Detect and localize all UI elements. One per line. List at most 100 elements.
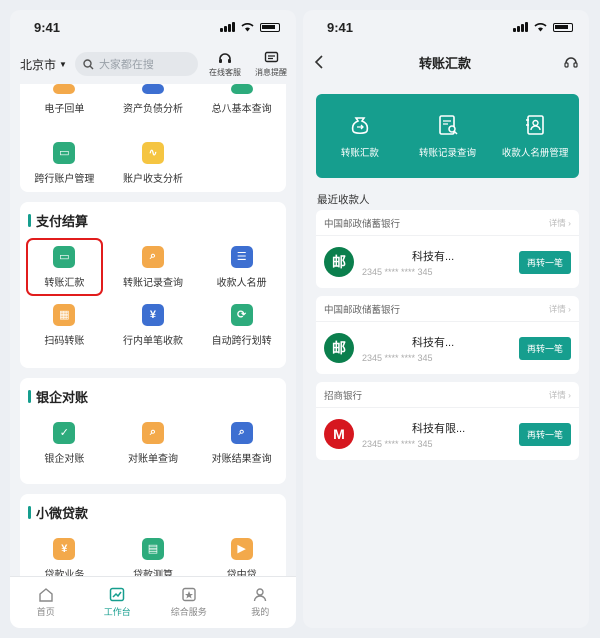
statement-icon: ⌕ <box>141 421 164 444</box>
workbench-chart-icon <box>110 587 125 602</box>
message-icon <box>264 51 278 62</box>
statement-query-item[interactable]: ⌕ 对账单查询 <box>109 414 198 472</box>
bank-name: 中国邮政储蓄银行 <box>324 218 401 230</box>
payee-account: 2345 **** **** 345 <box>362 352 433 363</box>
transfer-remit-item[interactable]: ▭ 转账汇款 <box>26 238 103 296</box>
services-icon <box>182 587 196 602</box>
auto-interbank-item[interactable]: ⟳ 自动跨行划转 <box>197 296 286 354</box>
intra-bank-collection-item[interactable]: ¥ 行内单笔收款 <box>109 296 198 354</box>
status-time: 9:41 <box>34 19 61 35</box>
yen-coin-icon: ¥ <box>53 537 76 560</box>
caret-down-icon: ▼ <box>59 59 67 69</box>
play-coin-icon: ▶ <box>230 537 253 560</box>
payee-name: 科技有... <box>412 336 455 349</box>
detail-link[interactable]: 详情 › <box>549 389 571 401</box>
back-icon[interactable] <box>313 54 327 70</box>
tab-workbench[interactable]: 工作台 <box>82 577 154 628</box>
transfer-banner: 转账汇款 转账记录查询 收款人名册管理 <box>316 94 579 178</box>
transfer-again-button[interactable]: 再转一笔 <box>518 250 571 274</box>
payee-card[interactable]: 招商银行 详情 › M 科技有限... 2345 **** **** 345 再… <box>316 382 579 460</box>
payee-account: 2345 **** **** 345 <box>362 438 433 449</box>
transfer-header: 转账汇款 <box>303 44 589 80</box>
signal-icon <box>220 22 235 32</box>
chevron-right-icon: › <box>568 389 571 400</box>
micro-loan-card: 小微贷款 ¥ 贷款业务 ▤ 贷款测算 ▶ 贷中贷 <box>20 494 286 584</box>
tab-services[interactable]: 综合服务 <box>153 577 225 628</box>
document-search-icon <box>438 115 458 135</box>
payee-card[interactable]: 中国邮政储蓄银行 详情 › 邮 科技有... 2345 **** **** 34… <box>316 296 579 374</box>
service-balance-analysis[interactable]: 资产负债分析 <box>109 84 198 134</box>
calculator-icon: ▤ <box>141 537 164 560</box>
chevron-right-icon: › <box>568 217 571 228</box>
battery-icon <box>260 22 280 32</box>
status-bar: 9:41 <box>303 10 589 44</box>
detail-link[interactable]: 详情 › <box>549 303 571 315</box>
payee-list-item[interactable]: ☰ 收款人名册 <box>197 238 286 296</box>
reconcile-item[interactable]: ✓ 银企对账 <box>20 414 109 472</box>
qr-code-icon: ▦ <box>53 303 76 326</box>
section-title: 小微贷款 <box>20 494 286 530</box>
chevron-right-icon: › <box>568 303 571 314</box>
postal-bank-logo-icon: 邮 <box>324 333 354 363</box>
city-selector[interactable]: 北京市 ▼ <box>20 56 67 73</box>
postal-bank-logo-icon: 邮 <box>324 247 354 277</box>
wifi-icon <box>241 23 254 32</box>
contact-book-icon: ☰ <box>230 245 253 268</box>
banner-transfer-record[interactable]: 转账记录查询 <box>404 94 492 178</box>
user-icon <box>254 588 267 602</box>
result-search-icon: ⌕ <box>230 421 253 444</box>
payee-card[interactable]: 中国邮政储蓄银行 详情 › 邮 科技有... 2345 **** **** 34… <box>316 210 579 288</box>
wifi-icon <box>534 23 547 32</box>
message-alert-button[interactable]: 消息提醒 <box>252 51 290 78</box>
merchants-bank-logo-icon: M <box>324 419 354 449</box>
tab-home[interactable]: 首页 <box>10 577 82 628</box>
section-title: 银企对账 <box>20 378 286 414</box>
transfer-record-item[interactable]: ⌕ 转账记录查询 <box>109 238 198 296</box>
scan-transfer-item[interactable]: ▦ 扫码转账 <box>20 296 109 354</box>
payee-name: 科技有限... <box>412 422 466 435</box>
receipt-icon <box>53 84 76 94</box>
transfer-screen: 9:41 转账汇款 转账汇款 转账记录查询 收款人名册管理 最近收款人 中国邮政… <box>303 10 589 628</box>
tab-mine[interactable]: 我的 <box>225 577 297 628</box>
checklist-icon: ✓ <box>53 421 76 444</box>
service-electronic-receipt[interactable]: 电子回单 <box>20 84 109 134</box>
money-bag-icon <box>351 117 368 135</box>
payment-settlement-card: 支付结算 ▭ 转账汇款 ⌕ 转账记录查询 ☰ 收款人名册 ▦ 扫码转账 ¥ 行内单笔收款 … <box>20 202 286 368</box>
analysis-icon <box>141 84 164 94</box>
service-interbank-account[interactable]: ▭ 跨行账户管理 <box>20 134 109 192</box>
trend-icon: ∿ <box>141 141 164 164</box>
reconcile-result-item[interactable]: ⌕ 对账结果查询 <box>197 414 286 472</box>
recent-payees-label: 最近收款人 <box>317 194 370 206</box>
payee-account: 2345 **** **** 345 <box>362 266 433 277</box>
section-title: 支付结算 <box>20 202 286 238</box>
banner-transfer-remit[interactable]: 转账汇款 <box>316 94 404 178</box>
search-input[interactable]: 大家都在搜 <box>74 52 198 76</box>
search-icon <box>83 58 94 69</box>
query-icon <box>230 84 253 94</box>
payee-name: 科技有... <box>412 250 455 263</box>
card-icon: ▭ <box>53 141 76 164</box>
service-basic-query[interactable]: 总八基本查询 <box>197 84 286 134</box>
page-title: 转账汇款 <box>418 55 471 71</box>
online-service-button[interactable]: 在线客服 <box>206 51 244 78</box>
headset-icon <box>219 52 231 63</box>
signal-icon <box>513 22 528 32</box>
battery-icon <box>553 22 573 32</box>
account-services-card: 电子回单 资产负债分析 总八基本查询 ▭ 跨行账户管理 ∿ 账户收支分析 <box>20 84 286 192</box>
transfer-card-icon: ▭ <box>53 245 76 268</box>
bank-name: 招商银行 <box>324 390 363 402</box>
home-icon <box>39 588 53 602</box>
contact-card-icon <box>526 115 544 135</box>
status-bar: 9:41 <box>10 10 296 44</box>
headset-icon[interactable] <box>563 54 579 70</box>
bank-name: 中国邮政储蓄银行 <box>324 304 401 316</box>
workbench-header: 北京市 ▼ 大家都在搜 在线客服 消息提醒 <box>10 44 296 84</box>
status-time: 9:41 <box>327 19 354 35</box>
yen-icon: ¥ <box>141 303 164 326</box>
auto-transfer-icon: ⟳ <box>230 303 253 326</box>
banner-payee-management[interactable]: 收款人名册管理 <box>491 94 579 178</box>
detail-link[interactable]: 详情 › <box>549 217 571 229</box>
transfer-again-button[interactable]: 再转一笔 <box>518 336 571 360</box>
transfer-again-button[interactable]: 再转一笔 <box>518 422 571 446</box>
service-income-analysis[interactable]: ∿ 账户收支分析 <box>109 134 198 192</box>
